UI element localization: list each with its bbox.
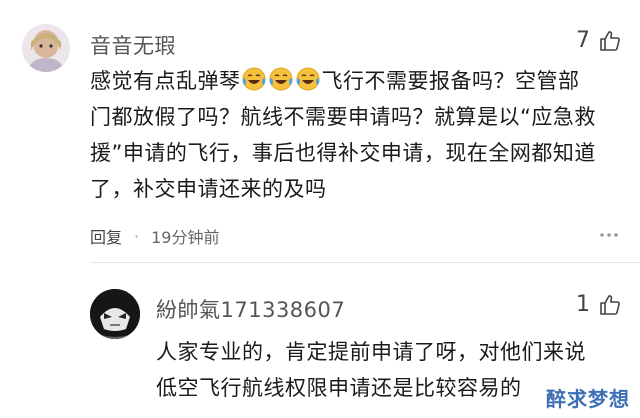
comment-line: 了，补交申请还来的及吗 — [90, 177, 327, 201]
comment-line: 人家专业的，肯定提前申请了呀，对他们来说 — [156, 340, 586, 364]
like-control[interactable]: 7 — [576, 28, 622, 53]
comment-text-segment: 飞行不需要报备吗？空管部 — [321, 69, 580, 93]
reply-button[interactable]: 回复 — [90, 224, 122, 248]
separator-dot: · — [134, 226, 140, 246]
username[interactable]: 紛帥氣171338607 — [156, 294, 345, 324]
avatar[interactable] — [90, 289, 140, 339]
watermark: 醉求梦想 — [546, 387, 630, 411]
laughing-tears-emoji — [242, 67, 265, 91]
comment-line: 援”申请的飞行，事后也得补交申请，现在全网都知道 — [90, 141, 596, 165]
comment-meta: 回复 · 19分钟前 — [90, 224, 219, 248]
avatar[interactable] — [22, 24, 70, 72]
like-count: 7 — [576, 28, 590, 53]
username[interactable]: 音音无瑕 — [90, 30, 176, 60]
more-options-icon[interactable] — [598, 230, 620, 240]
like-control[interactable]: 1 — [576, 292, 622, 317]
divider — [90, 262, 640, 263]
comment-text: 感觉有点乱弹琴 飞行不需要报备吗？空管部 门都放假了吗？航线不需要申请吗？就算是以… — [90, 63, 630, 207]
thumbs-up-icon[interactable] — [598, 29, 622, 53]
like-count: 1 — [576, 292, 590, 317]
comment-line: 门都放假了吗？航线不需要申请吗？就算是以“应急救 — [90, 105, 596, 129]
comment-line: 感觉有点乱弹琴 飞行不需要报备吗？空管部 — [90, 63, 630, 99]
avatar-image — [22, 24, 70, 72]
avatar-image — [90, 289, 140, 339]
thumbs-up-icon[interactable] — [598, 293, 622, 317]
timestamp: 19分钟前 — [151, 228, 220, 247]
laughing-tears-emoji — [269, 67, 292, 91]
laughing-tears-emoji — [296, 67, 319, 91]
comment-text-segment: 感觉有点乱弹琴 — [90, 69, 241, 93]
